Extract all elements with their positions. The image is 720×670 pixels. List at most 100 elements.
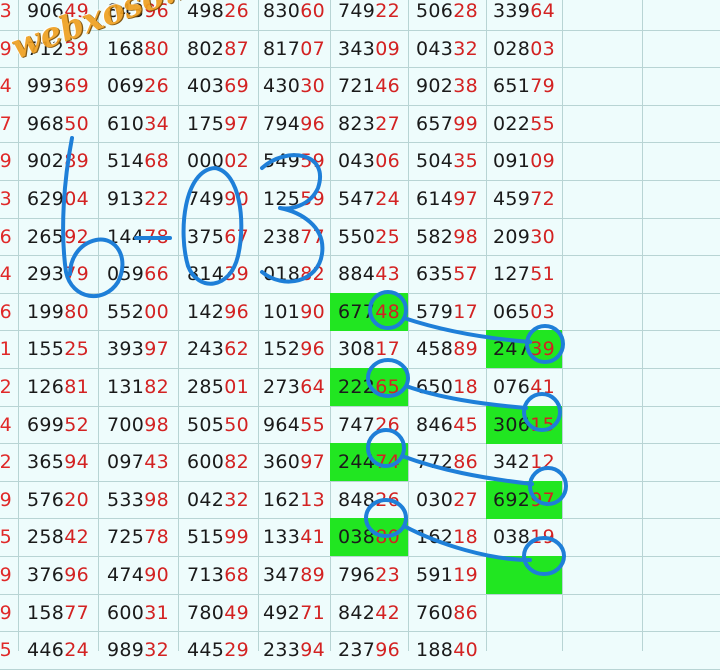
table-cell: 18840 [408,631,486,669]
cell-last-two: 32 [453,38,478,60]
cell-prefix: 677 [338,301,376,323]
cell-last-two: 98 [144,489,169,511]
cell-last-two: 89 [64,150,89,172]
cell-prefix: 533 [107,489,145,511]
cell-last-two: 98 [144,414,169,436]
cell-prefix: 403 [187,75,225,97]
cell-prefix: 247 [493,338,531,360]
cell-last-two: 41 [530,376,555,398]
cell-last-two: 90 [224,188,249,210]
table-cell: 49271 [258,594,330,632]
cell-last-two: 46 [375,75,400,97]
cell-prefix: 549 [263,150,301,172]
cell-last-two: 90 [300,301,325,323]
cell-last-two: 79 [64,263,89,285]
cell-prefix: 492 [263,602,301,624]
cell-last-two: 57 [453,263,478,285]
table-row: 4 69952 70098 50550 96455 74726 84645 30615 [0,406,720,444]
table-cell: 96850 [18,105,98,143]
cell-last-two: 35 [453,150,478,172]
table-row: 5 25842 72578 51599 13341 03880 16218 03819 [0,518,720,556]
cell-last-two: 68 [144,150,169,172]
cell-prefix: 600 [187,451,225,473]
table-row: 2 12681 13182 28501 27364 22265 65018 07641 [0,368,720,406]
cell-prefix: 550 [338,226,376,248]
cell-prefix: 209 [493,226,531,248]
table-cell: 14296 [178,293,258,331]
cell-prefix: 504 [416,150,454,172]
row-edge-digit: 9 [0,150,12,172]
table-cell: 34789 [258,556,330,594]
cell-prefix: 760 [416,602,454,624]
cell-last-two: 18 [453,376,478,398]
table-cell: 84242 [330,594,408,632]
cell-last-two: 42 [64,526,89,548]
cell-last-two: 17 [453,301,478,323]
table-cell: 23877 [258,218,330,256]
table-cell: 84826 [330,481,408,519]
cell-prefix: 365 [27,451,65,473]
cell-last-two: 86 [453,602,478,624]
cell-prefix: 823 [338,113,376,135]
cell-last-two: 97 [530,489,555,511]
table-cell: 40369 [178,67,258,105]
cell-last-two: 00 [144,301,169,323]
cell-prefix: 846 [416,414,454,436]
table-row: 6 26592 14478 37567 23877 55025 58298 20930 [0,218,720,256]
cell-prefix: 780 [187,602,225,624]
table-cell: 27364 [258,368,330,406]
cell-prefix: 747 [338,414,376,436]
table-cell [486,631,562,669]
cell-prefix: 168 [107,38,145,60]
cell-last-two: 42 [375,602,400,624]
cell-last-two: 64 [530,0,555,22]
table-cell: 39397 [98,330,178,368]
cell-last-two: 96 [224,301,249,323]
cell-prefix: 233 [263,639,301,661]
table-cell: 53398 [98,481,178,519]
cell-prefix: 097 [107,451,145,473]
row-edge-digit: 2 [0,376,12,398]
cell-last-two: 31 [144,602,169,624]
cell-prefix: 142 [187,301,225,323]
cell-last-two: 99 [224,526,249,548]
cell-prefix: 635 [416,263,454,285]
cell-prefix: 339 [493,0,531,22]
cell-prefix: 968 [27,113,65,135]
table-cell: 55200 [98,293,178,331]
cell-prefix: 446 [27,639,65,661]
cell-prefix: 514 [107,150,145,172]
cell-last-two: 55 [530,113,555,135]
cell-prefix: 043 [338,150,376,172]
table-cell: 05966 [98,255,178,293]
cell-last-two: 19 [453,564,478,586]
cell-prefix: 162 [416,526,454,548]
cell-last-two: 32 [144,639,169,661]
cell-prefix: 101 [263,301,301,323]
table-cell: 71368 [178,556,258,594]
table-cell: 50435 [408,142,486,180]
cell-last-two: 22 [144,188,169,210]
table-cell: 13341 [258,518,330,556]
table-cell: 44529 [178,631,258,669]
cell-prefix: 842 [338,602,376,624]
cell-last-two: 32 [224,489,249,511]
cell-last-two: 22 [375,0,400,22]
cell-prefix: 076 [493,376,531,398]
table-cell: 47490 [98,556,178,594]
table-row: 9 71239 16880 80287 81707 34309 04332 02803 [0,30,720,68]
cell-last-two: 01 [224,376,249,398]
cell-prefix: 126 [27,376,65,398]
table-cell: 79623 [330,556,408,594]
cell-prefix: 772 [416,451,454,473]
cell-prefix: 293 [27,263,65,285]
table-cell: 04332 [408,30,486,68]
table-cell: 24474 [330,443,408,481]
cell-last-two: 55 [300,414,325,436]
table-cell: 03027 [408,481,486,519]
cell-last-two: 82 [300,263,325,285]
cell-last-two: 02 [224,150,249,172]
table-cell: 23796 [330,631,408,669]
cell-prefix: 657 [416,113,454,135]
table-cell: 26592 [18,218,98,256]
